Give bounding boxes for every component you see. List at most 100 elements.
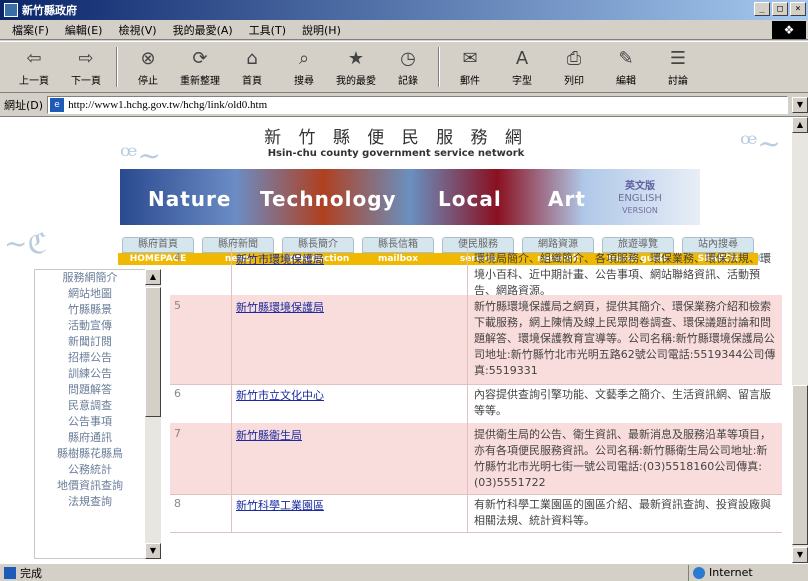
banner-image: Nature Technology Local Art 英文版 ENGLISH … bbox=[120, 169, 700, 225]
toolbar-button-0[interactable]: ⇦ 上一頁 bbox=[8, 43, 60, 91]
toolbar-label: 首頁 bbox=[242, 75, 262, 87]
sidebar-item[interactable]: 公告事項 bbox=[35, 414, 145, 430]
toolbar-separator bbox=[116, 47, 118, 87]
toolbar-button-12[interactable]: ☰ 討論 bbox=[652, 43, 704, 91]
search-icon: ⌕ bbox=[298, 47, 310, 69]
font-icon: A bbox=[515, 47, 529, 69]
row-link[interactable]: 新竹縣衛生局 bbox=[236, 429, 302, 442]
table-row: 4 新竹市環境保護局 環境局簡介、組織簡介、各項服務、環保業務、環保法規、環境小百科… bbox=[170, 247, 782, 297]
toolbar-label: 討論 bbox=[668, 75, 688, 87]
close-button[interactable]: × bbox=[790, 2, 806, 16]
row-number: 4 bbox=[170, 247, 232, 296]
row-number: 7 bbox=[170, 423, 232, 494]
page-scrollbar[interactable]: ▲ ▼ bbox=[792, 117, 808, 563]
sidebar-item[interactable]: 問題解答 bbox=[35, 382, 145, 398]
row-link[interactable]: 新竹科學工業園區 bbox=[236, 499, 324, 512]
row-link[interactable]: 新竹市環境保護局 bbox=[236, 253, 324, 266]
page-scroll-thumb[interactable] bbox=[792, 385, 808, 545]
sidebar-item[interactable]: 招標公告 bbox=[35, 350, 145, 366]
site-header: 新 竹 縣 便 民 服 務 網 Hsin-chu county governme… bbox=[0, 117, 792, 159]
sidebar-item[interactable]: 縣府通訊 bbox=[35, 430, 145, 446]
refresh-icon: ⟳ bbox=[192, 47, 208, 69]
toolbar-label: 重新整理 bbox=[180, 75, 220, 87]
row-name-cell: 新竹科學工業園區 bbox=[232, 493, 468, 532]
toolbar-label: 搜尋 bbox=[294, 75, 314, 87]
menu-view[interactable]: 檢視(V) bbox=[110, 22, 164, 38]
minimize-button[interactable]: _ bbox=[754, 2, 770, 16]
banner-word-nature: Nature bbox=[148, 187, 232, 211]
sidebar-item[interactable]: 法規查詢 bbox=[35, 494, 145, 510]
home-icon: ⌂ bbox=[246, 47, 258, 69]
toolbar-label: 停止 bbox=[138, 75, 158, 87]
row-link[interactable]: 新竹縣環境保護局 bbox=[236, 301, 324, 314]
toolbar-button-1[interactable]: ⇨ 下一頁 bbox=[60, 43, 112, 91]
toolbar-separator bbox=[438, 47, 440, 87]
row-number: 5 bbox=[170, 295, 232, 384]
toolbar-button-2[interactable]: ⊗ 停止 bbox=[122, 43, 174, 91]
toolbar-button-3[interactable]: ⟳ 重新整理 bbox=[174, 43, 226, 91]
toolbar-button-11[interactable]: ✎ 編輯 bbox=[600, 43, 652, 91]
maximize-button[interactable]: □ bbox=[772, 2, 788, 16]
page-scroll-up-icon[interactable]: ▲ bbox=[792, 117, 808, 133]
print-icon: ⎙ bbox=[566, 47, 582, 69]
menu-edit[interactable]: 編輯(E) bbox=[57, 22, 111, 38]
sidebar-item[interactable]: 縣樹縣花縣鳥 bbox=[35, 446, 145, 462]
address-dropdown-button[interactable]: ▼ bbox=[792, 96, 808, 113]
address-url[interactable]: http://www1.hchg.gov.tw/hchg/link/old0.h… bbox=[68, 99, 267, 111]
sidebar-scroll-up-icon[interactable]: ▲ bbox=[145, 269, 161, 285]
english-version-link[interactable]: 英文版 ENGLISH VERSION bbox=[618, 181, 662, 217]
windows-logo-icon: ❖ bbox=[772, 21, 806, 39]
row-description: 有新竹科學工業園區的園區介紹、最新資訊查詢、投資設廠與相關法規、統計資料等。 bbox=[474, 498, 771, 527]
back-arrow-icon: ⇦ bbox=[26, 47, 42, 69]
sidebar-item[interactable]: 竹縣縣景 bbox=[35, 302, 145, 318]
sidebar-scrollbar[interactable]: ▲ ▼ bbox=[145, 269, 161, 559]
toolbar-label: 下一頁 bbox=[71, 75, 101, 87]
toolbar-button-6[interactable]: ★ 我的最愛 bbox=[330, 43, 382, 91]
stop-icon: ⊗ bbox=[140, 47, 156, 69]
sidebar-scroll-down-icon[interactable]: ▼ bbox=[145, 543, 161, 559]
toolbar-button-10[interactable]: ⎙ 列印 bbox=[548, 43, 600, 91]
row-name-cell: 新竹縣環境保護局 bbox=[232, 295, 468, 384]
sidebar-item[interactable]: 網站地圖 bbox=[35, 286, 145, 302]
address-label: 網址(D) bbox=[4, 98, 44, 112]
table-row: 7 新竹縣衛生局 提供衛生局的公告、衛生資訊、最新消息及服務沿革等項目，亦有各項便民… bbox=[170, 423, 782, 495]
banner-word-art: Art bbox=[548, 187, 586, 211]
sidebar-item[interactable]: 服務網簡介 bbox=[35, 270, 145, 286]
page-scroll-down-icon[interactable]: ▼ bbox=[792, 547, 808, 563]
row-name-cell: 新竹市環境保護局 bbox=[232, 247, 468, 296]
status-text: 完成 bbox=[20, 566, 42, 580]
menu-help[interactable]: 說明(H) bbox=[294, 22, 349, 38]
page-done-icon bbox=[4, 566, 16, 579]
address-input[interactable]: e http://www1.hchg.gov.tw/hchg/link/old0… bbox=[47, 95, 788, 114]
row-description: 環境局簡介、組織簡介、各項服務、環保業務、環保法規、環境小百科、近中期計畫、公告… bbox=[474, 252, 771, 297]
sidebar-item[interactable]: 新聞訂閱 bbox=[35, 334, 145, 350]
row-link[interactable]: 新竹市立文化中心 bbox=[236, 389, 324, 402]
sidebar-item[interactable]: 訓練公告 bbox=[35, 366, 145, 382]
zone-label: Internet bbox=[709, 566, 753, 579]
toolbar-button-7[interactable]: ◷ 記錄 bbox=[382, 43, 434, 91]
menu-file[interactable]: 檔案(F) bbox=[4, 22, 57, 38]
sidebar-item[interactable]: 民意調查 bbox=[35, 398, 145, 414]
toolbar-button-8[interactable]: ✉ 郵件 bbox=[444, 43, 496, 91]
menu-favorites[interactable]: 我的最愛(A) bbox=[165, 22, 241, 38]
sidebar-menu: 服務網簡介 網站地圖 竹縣縣景 活動宣傳 新聞訂閱 招標公告 訓練公告 問題解答 民意調查 公告事… bbox=[34, 269, 146, 559]
toolbar-button-5[interactable]: ⌕ 搜尋 bbox=[278, 43, 330, 91]
sidebar-item[interactable]: 地價資訊查詢 bbox=[35, 478, 145, 494]
toolbar: ⇦ 上一頁 ⇨ 下一頁 ⊗ 停止 ⟳ 重新整理 ⌂ 首頁 ⌕ 搜尋 ★ 我的最愛 ◷ 記錄 ✉ 郵件 A 字型 ⎙ 列印 ✎… bbox=[0, 41, 808, 93]
title-bar: 新竹縣政府 _ □ × bbox=[0, 0, 808, 20]
sidebar-item[interactable]: 公務統計 bbox=[35, 462, 145, 478]
menu-tools[interactable]: 工具(T) bbox=[241, 22, 294, 38]
sidebar-item[interactable]: 活動宣傳 bbox=[35, 318, 145, 334]
row-description: 內容提供查詢引擎功能、文藝季之簡介、生活資訊網、留言版等等。 bbox=[474, 388, 771, 417]
sidebar-scroll-thumb[interactable] bbox=[145, 287, 161, 417]
forward-arrow-icon: ⇨ bbox=[78, 47, 94, 69]
status-text-area: 完成 bbox=[0, 565, 688, 581]
page-content: ꟹ~ ꟹ~ ~ℭ ꟹ 新 竹 縣 便 民 服 務 網 Hsin-chu coun… bbox=[0, 117, 792, 563]
toolbar-button-4[interactable]: ⌂ 首頁 bbox=[226, 43, 278, 91]
toolbar-label: 列印 bbox=[564, 75, 584, 87]
row-name-cell: 新竹市立文化中心 bbox=[232, 383, 468, 424]
english-version-label: ENGLISH bbox=[618, 193, 662, 204]
page-icon: e bbox=[50, 97, 65, 112]
site-title-zh: 新 竹 縣 便 民 服 務 網 bbox=[264, 128, 528, 148]
toolbar-button-9[interactable]: A 字型 bbox=[496, 43, 548, 91]
